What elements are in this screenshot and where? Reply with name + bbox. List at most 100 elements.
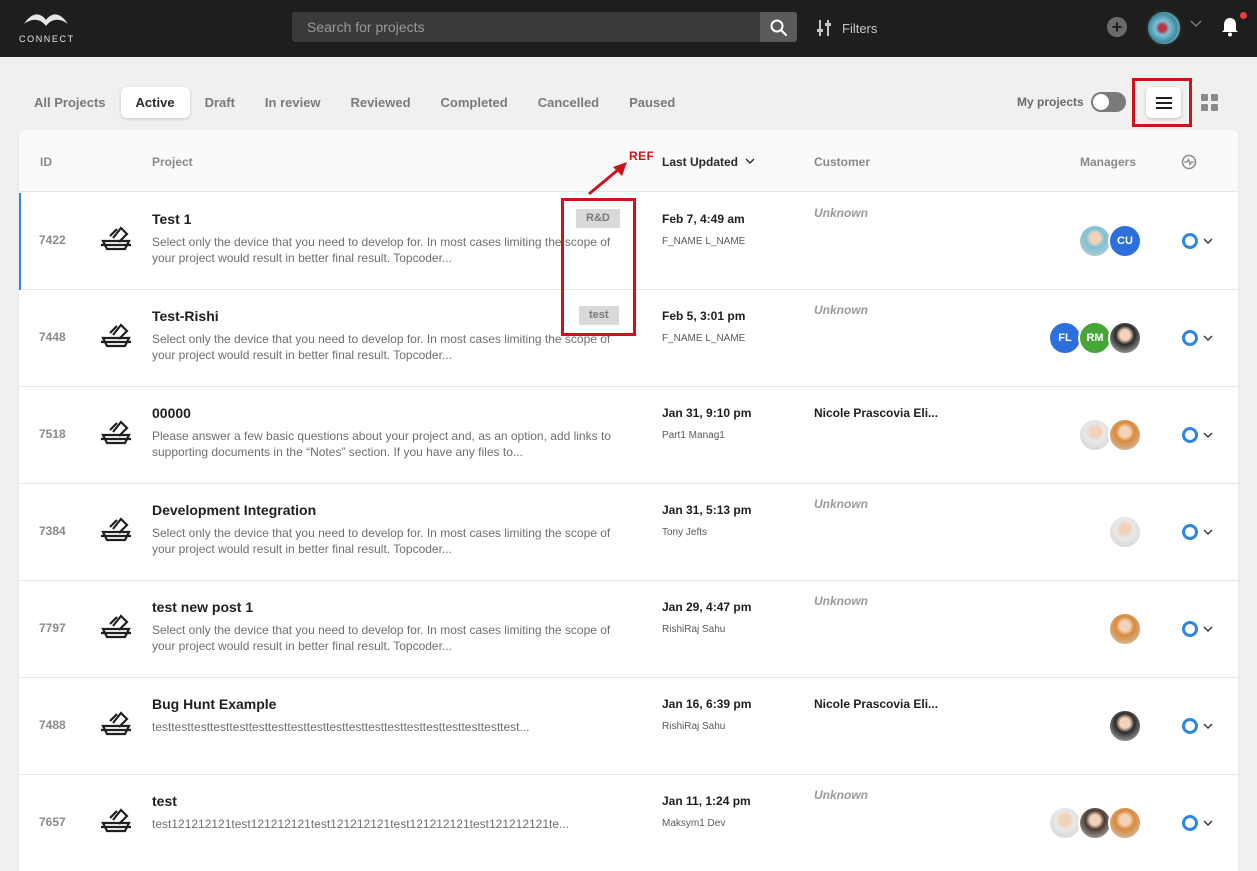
last-updated-date: Feb 5, 3:01 pm (662, 309, 746, 323)
project-id: 7518 (39, 427, 66, 441)
chevron-down-icon[interactable] (1203, 529, 1213, 536)
manager-avatar[interactable] (1108, 709, 1142, 743)
tab-all-projects[interactable]: All Projects (19, 87, 121, 118)
search-icon (770, 19, 787, 36)
manager-avatar[interactable] (1108, 612, 1142, 646)
managers-avatars (1108, 515, 1142, 549)
activity-icon[interactable] (1181, 154, 1197, 170)
chevron-down-icon[interactable] (1203, 820, 1213, 827)
tab-cancelled[interactable]: Cancelled (523, 87, 614, 118)
table-row[interactable]: 7488 Bug Hunt Example testtesttesttesttest… (19, 678, 1238, 775)
new-project-button[interactable]: + (1107, 17, 1127, 37)
chevron-down-icon (745, 158, 755, 164)
tab-paused[interactable]: Paused (614, 87, 690, 118)
last-updated-by: F_NAME L_NAME (662, 333, 746, 344)
last-updated-by: RishiRaj Sahu (662, 624, 726, 635)
project-name[interactable]: Bug Hunt Example (152, 696, 276, 712)
grid-icon (1201, 104, 1208, 111)
filters-label: Filters (842, 20, 878, 36)
project-name[interactable]: test (152, 793, 177, 809)
status-indicator[interactable] (1182, 427, 1198, 443)
tab-in-review[interactable]: In review (250, 87, 336, 118)
project-type-icon (99, 709, 133, 743)
grid-view-button[interactable] (1201, 94, 1218, 111)
bell-icon[interactable] (1221, 17, 1239, 37)
tab-active[interactable]: Active (120, 87, 190, 118)
column-managers[interactable]: Managers (1080, 155, 1136, 169)
manager-avatar[interactable]: RM (1078, 321, 1112, 355)
manager-avatar[interactable] (1078, 418, 1112, 452)
connect-logo[interactable]: CONNECT (19, 10, 73, 46)
manager-avatar[interactable] (1078, 806, 1112, 840)
logo-icon (24, 14, 68, 26)
column-last-updated[interactable]: Last Updated (662, 155, 755, 169)
managers-avatars (1108, 612, 1142, 646)
last-updated-by: RishiRaj Sahu (662, 721, 726, 732)
last-updated-date: Jan 29, 4:47 pm (662, 600, 752, 614)
project-type-icon (99, 418, 133, 452)
status-indicator[interactable] (1182, 330, 1198, 346)
user-avatar[interactable] (1146, 10, 1182, 46)
grid-icon (1211, 94, 1218, 101)
search-input[interactable] (292, 12, 760, 42)
tab-draft[interactable]: Draft (190, 87, 250, 118)
project-name[interactable]: 00000 (152, 405, 191, 421)
project-type-icon (99, 612, 133, 646)
search-button[interactable] (760, 12, 797, 42)
project-name[interactable]: test new post 1 (152, 599, 253, 615)
status-tabs: All Projects Active Draft In review Revi… (19, 87, 690, 118)
status-indicator[interactable] (1182, 718, 1198, 734)
chevron-down-icon[interactable] (1203, 626, 1213, 633)
table-row[interactable]: 7384 Development Integration Select only t… (19, 484, 1238, 581)
manager-avatar[interactable]: FL (1048, 321, 1082, 355)
tab-completed[interactable]: Completed (426, 87, 523, 118)
project-type-icon (99, 515, 133, 549)
my-projects-toggle[interactable] (1091, 92, 1126, 112)
chevron-down-icon[interactable] (1203, 723, 1213, 730)
managers-avatars: CU (1078, 224, 1142, 258)
chevron-down-icon[interactable] (1203, 238, 1213, 245)
project-type-icon (99, 321, 133, 355)
project-description: Select only the device that you need to … (152, 526, 611, 556)
last-updated-by: Maksym1 Dev (662, 818, 726, 829)
manager-avatar[interactable] (1108, 321, 1142, 355)
my-projects-label: My projects (1017, 95, 1084, 109)
status-indicator[interactable] (1182, 815, 1198, 831)
project-id: 7422 (39, 233, 66, 247)
toggle-knob (1093, 94, 1109, 110)
project-name[interactable]: Development Integration (152, 502, 316, 518)
table-row[interactable]: 7657 test test121212121test121212121test12… (19, 775, 1238, 871)
status-indicator[interactable] (1182, 233, 1198, 249)
project-name[interactable]: Test-Rishi (152, 308, 219, 324)
project-type-icon (99, 806, 133, 840)
chevron-down-icon[interactable] (1190, 20, 1202, 28)
manager-avatar[interactable] (1048, 806, 1082, 840)
logo-text: CONNECT (19, 34, 75, 44)
customer-name: Unknown (814, 788, 868, 802)
manager-avatar[interactable] (1108, 418, 1142, 452)
status-indicator[interactable] (1182, 524, 1198, 540)
manager-avatar[interactable]: CU (1108, 224, 1142, 258)
manager-avatar[interactable] (1108, 515, 1142, 549)
last-updated-date: Feb 7, 4:49 am (662, 212, 745, 226)
filters-button[interactable]: Filters (816, 17, 877, 39)
column-project[interactable]: Project (152, 155, 193, 169)
top-bar: CONNECT Filters + (0, 0, 1257, 57)
project-id: 7448 (39, 330, 66, 344)
column-customer[interactable]: Customer (814, 155, 870, 169)
managers-avatars (1048, 806, 1142, 840)
manager-avatar[interactable] (1078, 224, 1112, 258)
project-id: 7384 (39, 524, 66, 538)
column-id[interactable]: ID (40, 155, 52, 169)
last-updated-date: Jan 11, 1:24 pm (662, 794, 751, 808)
manager-avatar[interactable] (1108, 806, 1142, 840)
managers-avatars (1078, 418, 1142, 452)
chevron-down-icon[interactable] (1203, 335, 1213, 342)
last-updated-by: Part1 Manag1 (662, 430, 725, 441)
table-row[interactable]: 7797 test new post 1 Select only the devic… (19, 581, 1238, 678)
tab-reviewed[interactable]: Reviewed (336, 87, 426, 118)
project-name[interactable]: Test 1 (152, 211, 191, 227)
table-row[interactable]: 7518 00000 Please answer a few basic quest… (19, 387, 1238, 484)
status-indicator[interactable] (1182, 621, 1198, 637)
chevron-down-icon[interactable] (1203, 432, 1213, 439)
